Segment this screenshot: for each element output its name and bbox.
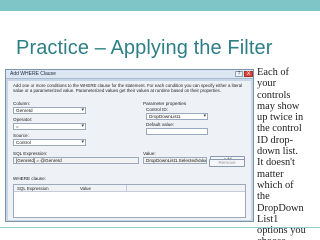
side-note-line: ID drop- (257, 134, 294, 146)
side-note-line: the control (257, 123, 302, 135)
instructions-text: Add one or more conditions to the WHERE … (13, 83, 243, 93)
where-clause-label: WHERE clause: (13, 176, 46, 181)
top-accent-band (0, 0, 320, 11)
column-header-sql-expression[interactable]: SQL Expression (17, 186, 49, 191)
sql-expression-field: [GenreId] = @GenreId (13, 157, 139, 164)
list-header: SQL Expression Value (14, 185, 245, 192)
side-note-line: matter (257, 168, 284, 180)
default-value-input[interactable] (146, 128, 208, 135)
control-id-select[interactable]: DropDownList1 (146, 113, 208, 120)
value-label: Value: (143, 151, 156, 156)
bottom-divider (0, 227, 320, 228)
column-select[interactable]: GenreId (13, 107, 86, 114)
source-label: Source: (13, 133, 29, 138)
default-value-label: Default value: (146, 122, 175, 127)
parameter-properties-label: Parameter properties (143, 101, 187, 106)
remove-button[interactable]: Remove (209, 159, 245, 167)
column-label: Column: (13, 101, 31, 106)
side-note-line: down list. (257, 146, 298, 158)
value-field: DropDownList1.SelectedValue (143, 157, 207, 164)
side-note-line: choose (257, 236, 319, 240)
column-divider (126, 185, 127, 192)
slide-title: Practice – Applying the Filter (16, 37, 273, 59)
side-note-line: Each of (257, 67, 290, 78)
operator-select[interactable]: = (13, 123, 86, 130)
column-header-value[interactable]: Value (80, 186, 91, 191)
source-select[interactable]: Control (13, 139, 86, 146)
side-note-line: up twice in (257, 112, 304, 124)
sql-expression-label: SQL Expression: (13, 151, 48, 156)
side-note-line: controls (257, 89, 291, 101)
side-note-line: DropDown (257, 202, 304, 214)
where-clause-list[interactable]: SQL Expression Value (13, 184, 246, 218)
dialog-title: Add WHERE Clause (10, 71, 56, 77)
side-note-line: may show (257, 100, 300, 112)
dialog-body: Add one or more conditions to the WHERE … (8, 81, 251, 220)
side-note-line: the (257, 191, 270, 203)
close-button[interactable]: X (244, 71, 253, 77)
side-note-line: which of (257, 179, 294, 191)
side-note-line: It doesn't (257, 157, 295, 169)
side-note-line: your (257, 78, 277, 90)
add-where-clause-dialog: Add WHERE Clause ? X Add one or more con… (5, 69, 254, 222)
control-id-label: Control ID: (146, 107, 168, 112)
side-note: Each of your controls may show up twice … (257, 67, 319, 240)
operator-label: Operator: (13, 117, 33, 122)
help-button[interactable]: ? (235, 71, 243, 77)
dialog-title-bar: Add WHERE Clause ? X (6, 70, 253, 79)
side-note-line: List1 (257, 213, 279, 225)
